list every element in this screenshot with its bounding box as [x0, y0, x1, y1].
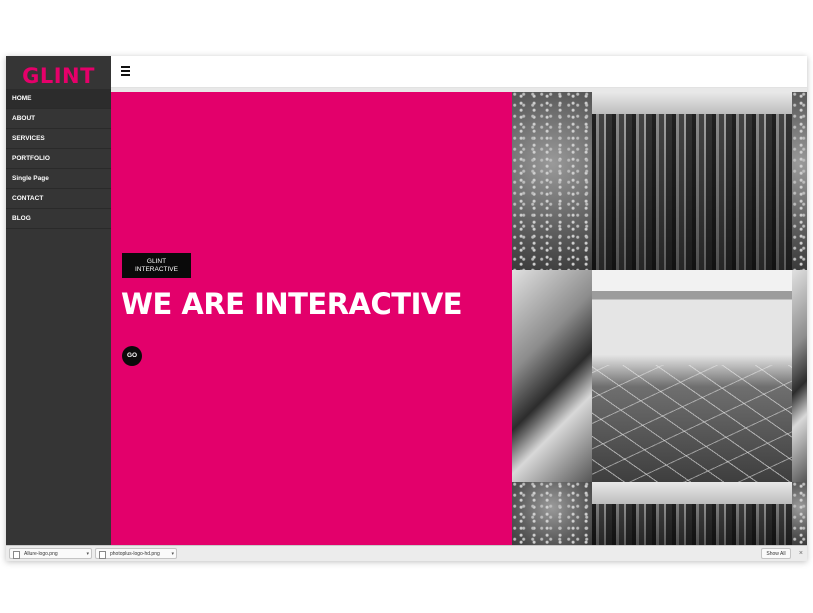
sidebar-item-about[interactable]: ABOUT — [6, 109, 111, 129]
city-image — [592, 92, 792, 270]
wolf-image-edge — [792, 270, 807, 482]
browser-window: GLINT HOME ABOUT SERVICES PORTFOLIO Sing… — [6, 56, 807, 561]
close-icon[interactable]: × — [799, 548, 803, 559]
sidebar-item-home[interactable]: HOME — [6, 89, 111, 109]
space-image-bottom-edge — [792, 482, 807, 545]
site-logo[interactable]: GLINT — [6, 56, 111, 89]
sidebar-nav: HOME ABOUT SERVICES PORTFOLIO Single Pag… — [6, 89, 111, 229]
ice-landscape-image — [592, 270, 792, 482]
hamburger-menu-icon[interactable] — [121, 66, 130, 76]
download-filename: photoplus-logo-hd.png — [110, 551, 160, 557]
download-bar: Allure-logo.png ▾ photoplus-logo-hd.png … — [6, 545, 807, 561]
sidebar: GLINT HOME ABOUT SERVICES PORTFOLIO Sing… — [6, 56, 111, 545]
go-button[interactable]: GO — [122, 346, 142, 366]
top-bar — [111, 56, 807, 88]
chevron-down-icon[interactable]: ▾ — [86, 549, 89, 560]
image-grid — [512, 92, 807, 545]
sidebar-item-services[interactable]: SERVICES — [6, 129, 111, 149]
space-image-edge — [792, 92, 807, 270]
download-item[interactable]: photoplus-logo-hd.png ▾ — [95, 548, 177, 559]
wolf-image — [512, 270, 592, 482]
space-image — [512, 92, 592, 270]
sidebar-item-portfolio[interactable]: PORTFOLIO — [6, 149, 111, 169]
sidebar-item-single-page[interactable]: Single Page — [6, 169, 111, 189]
space-image-bottom — [512, 482, 592, 545]
show-all-button[interactable]: Show All — [761, 548, 791, 559]
download-item[interactable]: Allure-logo.png ▾ — [9, 548, 92, 559]
hero-tag-line2: INTERACTIVE — [135, 266, 178, 273]
city-image-bottom — [592, 482, 792, 545]
hero-tag: GLINT INTERACTIVE — [122, 253, 191, 278]
sidebar-item-blog[interactable]: BLOG — [6, 209, 111, 229]
file-icon — [13, 551, 20, 559]
file-icon — [99, 551, 106, 559]
hero-tag-line1: GLINT — [146, 258, 167, 265]
hero-title: WE ARE INTERACTIVE — [121, 287, 463, 321]
sidebar-item-contact[interactable]: CONTACT — [6, 189, 111, 209]
download-filename: Allure-logo.png — [24, 551, 58, 557]
hero-section: GLINT INTERACTIVE WE ARE INTERACTIVE GO — [111, 92, 512, 545]
chevron-down-icon[interactable]: ▾ — [171, 549, 174, 560]
